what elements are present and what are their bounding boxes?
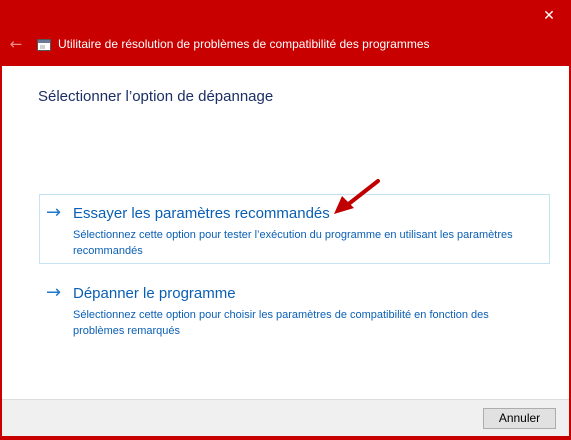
red-arrow-annotation-icon — [334, 179, 380, 214]
footer-bar: Annuler — [2, 399, 569, 436]
page-title: Sélectionner l’option de dépannage — [38, 88, 274, 105]
arrow-right-icon: → — [46, 282, 62, 303]
option-title: Dépanner le programme — [73, 285, 236, 302]
back-button[interactable]: ← — [8, 35, 24, 53]
content-area: Sélectionner l’option de dépannage → Ess… — [2, 66, 569, 399]
arrow-right-icon: → — [46, 202, 62, 223]
cancel-button[interactable]: Annuler — [483, 408, 556, 429]
close-button[interactable]: ✕ — [537, 6, 561, 26]
option-troubleshoot-program[interactable]: → Dépanner le programme Sélectionnez cet… — [39, 274, 550, 344]
troubleshooter-window: ✕ ← Utilitaire de résolution de problème… — [0, 0, 571, 440]
app-window-icon — [37, 39, 51, 51]
title-bar: ✕ ← Utilitaire de résolution de problème… — [0, 0, 571, 66]
option-description: Sélectionnez cette option pour choisir l… — [73, 309, 489, 337]
option-try-recommended-settings[interactable]: → Essayer les paramètres recommandés Sél… — [39, 194, 550, 264]
navigation-row: ← Utilitaire de résolution de problèmes … — [0, 32, 571, 58]
back-arrow-icon: ← — [9, 35, 23, 53]
option-description: Sélectionnez cette option pour tester l’… — [73, 229, 513, 257]
window-title: Utilitaire de résolution de problèmes de… — [58, 37, 430, 51]
close-icon: ✕ — [543, 8, 555, 24]
option-title: Essayer les paramètres recommandés — [73, 205, 330, 222]
